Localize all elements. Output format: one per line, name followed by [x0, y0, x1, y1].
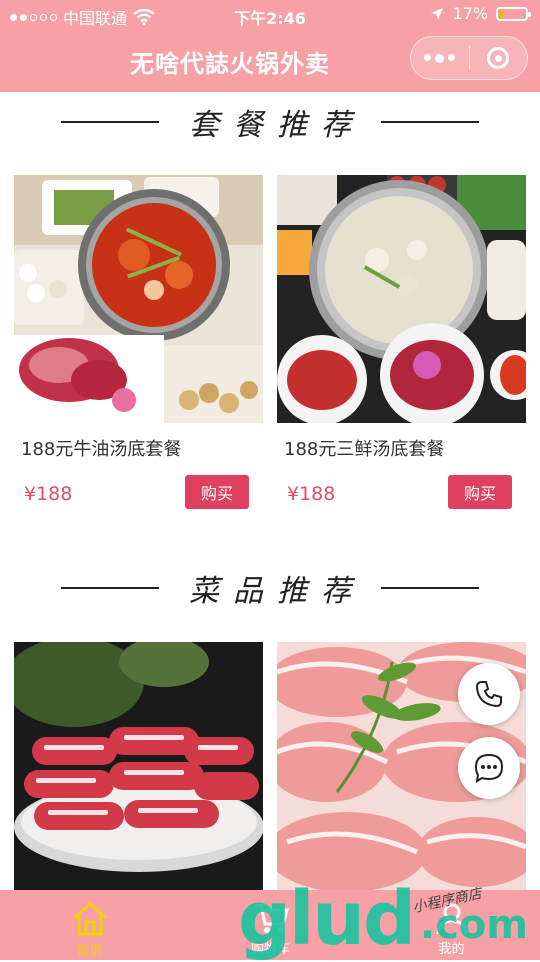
section-title: 套餐推荐 — [189, 108, 365, 143]
status-bar: 中国联通 下午2:46 17% — [0, 0, 540, 30]
set-meal-image[interactable] — [14, 175, 263, 423]
home-icon — [72, 902, 107, 936]
buy-button[interactable]: 购买 — [448, 475, 512, 509]
divider-line — [61, 121, 159, 123]
close-circle-icon — [487, 47, 510, 69]
chat-bubble-icon — [474, 753, 504, 783]
battery-percent: 17% — [452, 4, 488, 23]
set-meal-name: 188元牛油汤底套餐 — [21, 439, 182, 460]
tab-home[interactable]: 首页 — [22, 890, 157, 960]
dish-image[interactable] — [14, 642, 263, 890]
capsule-menu — [410, 36, 528, 80]
hotpot-three-fresh-image — [277, 175, 526, 423]
status-right: 17% — [430, 4, 531, 23]
divider-line — [381, 587, 479, 589]
battery-fill — [499, 9, 503, 18]
page-title: 无啥代誌火锅外卖 — [130, 50, 330, 78]
set-meal-card[interactable]: 188元三鲜汤底套餐 ¥188 购买 — [277, 175, 526, 520]
tab-label: 首页 — [76, 944, 103, 959]
nav-bar: 无啥代誌火锅外卖 — [0, 30, 540, 92]
location-arrow-icon — [431, 7, 444, 20]
set-meal-name: 188元三鲜汤底套餐 — [284, 439, 445, 460]
chat-button[interactable] — [458, 737, 520, 799]
more-button[interactable] — [411, 37, 469, 79]
section-title: 菜品推荐 — [189, 574, 365, 609]
dish-card[interactable] — [14, 642, 263, 890]
section-header-set-meals: 套餐推荐 — [0, 92, 540, 152]
watermark-logo: glud — [238, 876, 416, 962]
divider-line — [61, 587, 159, 589]
divider-line — [381, 121, 479, 123]
set-meal-card[interactable]: 188元牛油汤底套餐 ¥188 购买 — [14, 175, 263, 520]
set-meal-image[interactable] — [277, 175, 526, 423]
beef-rolls-image — [14, 642, 263, 890]
hotpot-butter-image — [14, 175, 263, 423]
more-icon — [424, 53, 456, 63]
set-meal-price: ¥188 — [24, 483, 73, 505]
battery-icon — [496, 6, 531, 21]
close-miniprogram-button[interactable] — [469, 37, 527, 79]
set-meal-price: ¥188 — [287, 483, 336, 505]
buy-button[interactable]: 购买 — [185, 475, 249, 509]
call-button[interactable] — [458, 663, 520, 725]
phone-icon — [475, 681, 502, 708]
section-header-dishes: 菜品推荐 — [0, 558, 540, 618]
